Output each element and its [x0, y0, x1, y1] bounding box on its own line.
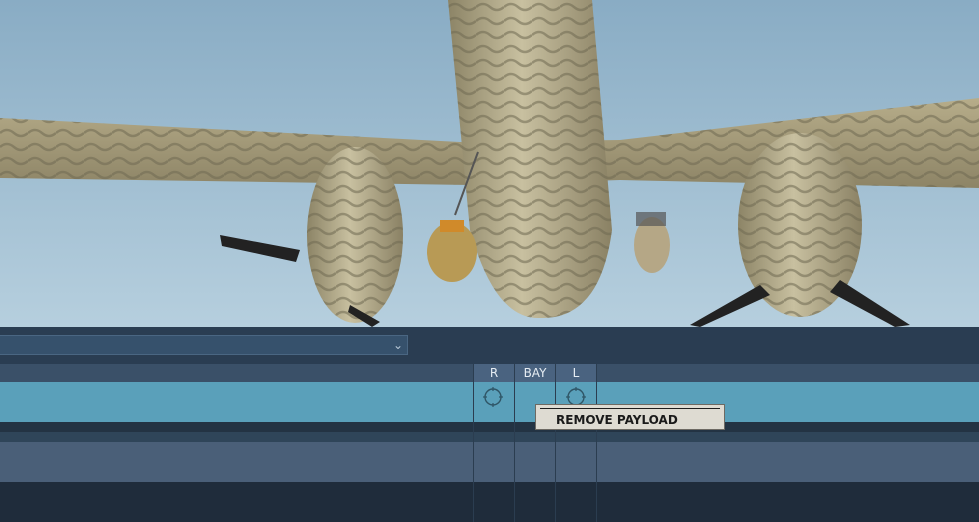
table-row[interactable]	[0, 482, 979, 522]
chevron-down-icon: ⌄	[392, 338, 403, 352]
loadout-preset-dropdown[interactable]: ⌄	[0, 335, 408, 355]
table-row[interactable]	[0, 442, 979, 482]
column-header-l: L	[556, 364, 596, 382]
column-header-bay: BAY	[515, 364, 555, 382]
column-divider	[596, 364, 597, 522]
column-divider	[514, 364, 515, 522]
remove-payload-menu-item[interactable]: REMOVE PAYLOAD	[556, 413, 678, 427]
column-header-r: R	[474, 364, 514, 382]
context-menu-divider	[540, 408, 720, 409]
context-menu: REMOVE PAYLOAD	[535, 404, 725, 430]
station-r-crosshair-icon[interactable]	[483, 387, 503, 407]
table-row-separator-2	[0, 432, 979, 442]
table-row-separator	[0, 422, 979, 432]
aircraft-3d-viewport[interactable]	[0, 0, 979, 327]
aircraft-render	[0, 0, 979, 327]
column-divider	[555, 364, 556, 522]
column-divider	[473, 364, 474, 522]
